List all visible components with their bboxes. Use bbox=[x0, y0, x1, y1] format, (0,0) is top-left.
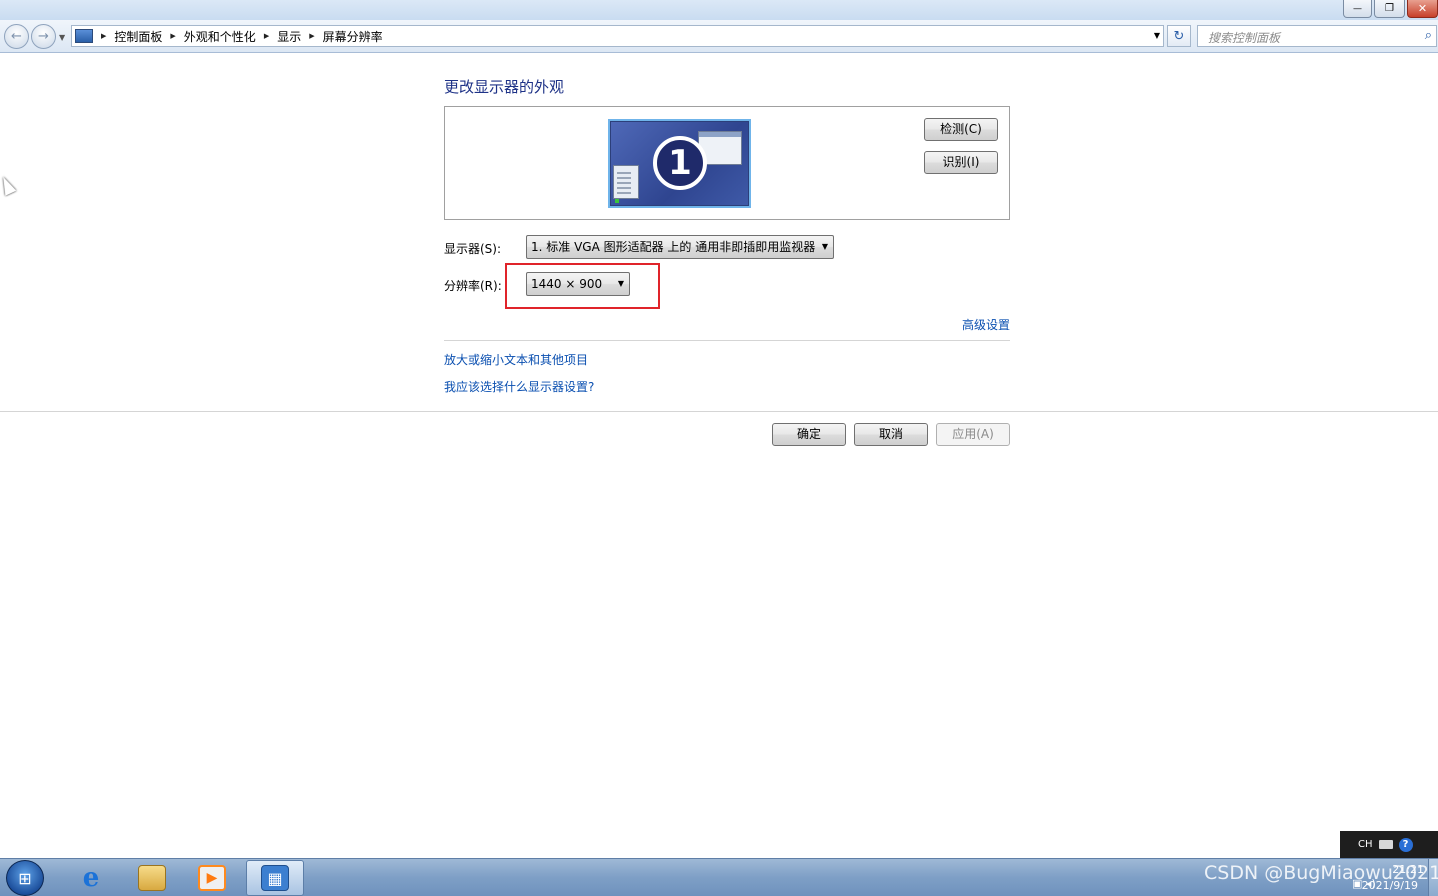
navigation-bar: ← → ▼ ▶ 控制面板 ▶ 外观和个性化 ▶ 显示 ▶ 屏幕分辨率 ▼ ↻ 搜… bbox=[0, 20, 1438, 53]
monitor-number-badge: 1 bbox=[653, 136, 707, 190]
mini-window-icon bbox=[613, 165, 639, 199]
maximize-button[interactable]: ❐ bbox=[1374, 0, 1405, 18]
media-player-icon: ▶ bbox=[198, 865, 226, 891]
minimize-icon: — bbox=[1353, 3, 1362, 14]
breadcrumb-screen-resolution[interactable]: 屏幕分辨率 bbox=[323, 28, 383, 45]
language-indicator[interactable]: CH bbox=[1358, 839, 1373, 850]
breadcrumb-separator-icon[interactable]: ▶ bbox=[264, 32, 269, 40]
apply-button[interactable]: 应用(A) bbox=[936, 423, 1010, 446]
start-button[interactable]: ⊞ bbox=[6, 860, 44, 896]
breadcrumb-control-panel[interactable]: 控制面板 bbox=[114, 28, 162, 45]
control-panel-icon: ▦ bbox=[261, 865, 289, 891]
detect-button[interactable]: 检测(C) bbox=[924, 118, 998, 141]
search-input[interactable]: 搜索控制面板 ⌕ bbox=[1197, 25, 1437, 47]
back-arrow-icon: ← bbox=[11, 29, 22, 44]
taskbar-control-panel[interactable]: ▦ bbox=[246, 860, 304, 896]
divider bbox=[444, 340, 1010, 341]
breadcrumb-separator-icon[interactable]: ▶ bbox=[170, 32, 175, 40]
address-dropdown-icon[interactable]: ▼ bbox=[1154, 31, 1160, 40]
address-bar[interactable]: ▶ 控制面板 ▶ 外观和个性化 ▶ 显示 ▶ 屏幕分辨率 ▼ bbox=[71, 25, 1164, 47]
watermark: CSDN @BugMiaowu2021 bbox=[1204, 862, 1438, 884]
annotation-highlight-box bbox=[505, 263, 660, 309]
divider bbox=[0, 411, 1438, 412]
refresh-icon: ↻ bbox=[1173, 28, 1185, 44]
breadcrumb-appearance[interactable]: 外观和个性化 bbox=[184, 28, 256, 45]
monitor-1-thumbnail[interactable]: 1 bbox=[608, 119, 751, 208]
taskbar-internet-explorer[interactable]: e bbox=[62, 860, 120, 896]
control-panel-icon bbox=[75, 29, 93, 43]
forward-button[interactable]: → bbox=[31, 24, 56, 49]
help-icon[interactable]: ? bbox=[1398, 837, 1413, 852]
breadcrumb-display[interactable]: 显示 bbox=[277, 28, 301, 45]
resolution-label: 分辨率(R): bbox=[444, 279, 502, 293]
windows-logo-icon: ⊞ bbox=[18, 868, 32, 888]
internet-explorer-icon: e bbox=[82, 863, 100, 893]
language-bar[interactable]: CH ? bbox=[1340, 831, 1438, 858]
back-button[interactable]: ← bbox=[4, 24, 29, 49]
search-placeholder: 搜索控制面板 bbox=[1208, 31, 1281, 45]
folder-icon bbox=[138, 865, 166, 891]
cancel-button[interactable]: 取消 bbox=[854, 423, 928, 446]
page-title: 更改显示器的外观 bbox=[444, 78, 565, 96]
breadcrumb-separator-icon[interactable]: ▶ bbox=[101, 32, 106, 40]
chevron-down-icon: ▼ bbox=[821, 242, 828, 251]
ok-button[interactable]: 确定 bbox=[772, 423, 846, 446]
restore-icon: ❐ bbox=[1385, 3, 1394, 14]
refresh-button[interactable]: ↻ bbox=[1167, 25, 1191, 47]
recent-pages-dropdown-icon[interactable]: ▼ bbox=[59, 33, 65, 42]
display-select[interactable]: 1. 标准 VGA 图形适配器 上的 通用非即插即用监视器 ▼ bbox=[526, 235, 834, 259]
minimize-button[interactable]: — bbox=[1343, 0, 1372, 18]
advanced-settings-link[interactable]: 高级设置 bbox=[962, 316, 1010, 333]
taskbar-media-player[interactable]: ▶ bbox=[183, 860, 241, 896]
close-icon: ✕ bbox=[1417, 2, 1428, 15]
display-settings-help-link[interactable]: 我应该选择什么显示器设置? bbox=[444, 378, 594, 395]
text-size-link[interactable]: 放大或缩小文本和其他项目 bbox=[444, 351, 588, 368]
display-label: 显示器(S): bbox=[444, 242, 502, 256]
display-select-value: 1. 标准 VGA 图形适配器 上的 通用非即插即用监视器 bbox=[531, 240, 816, 254]
search-icon[interactable]: ⌕ bbox=[1425, 28, 1432, 43]
monitor-preview-panel: 1 检测(C) 识别(I) bbox=[444, 106, 1010, 220]
keyboard-icon[interactable] bbox=[1378, 840, 1393, 849]
taskbar-file-explorer[interactable] bbox=[123, 860, 181, 896]
identify-button[interactable]: 识别(I) bbox=[924, 151, 998, 174]
forward-arrow-icon: → bbox=[38, 29, 49, 44]
breadcrumb-separator-icon[interactable]: ▶ bbox=[309, 32, 314, 40]
close-button[interactable]: ✕ bbox=[1407, 0, 1438, 18]
mouse-cursor-icon bbox=[0, 174, 17, 196]
status-dot-icon bbox=[615, 199, 619, 203]
title-bar: — ❐ ✕ bbox=[0, 0, 1438, 20]
